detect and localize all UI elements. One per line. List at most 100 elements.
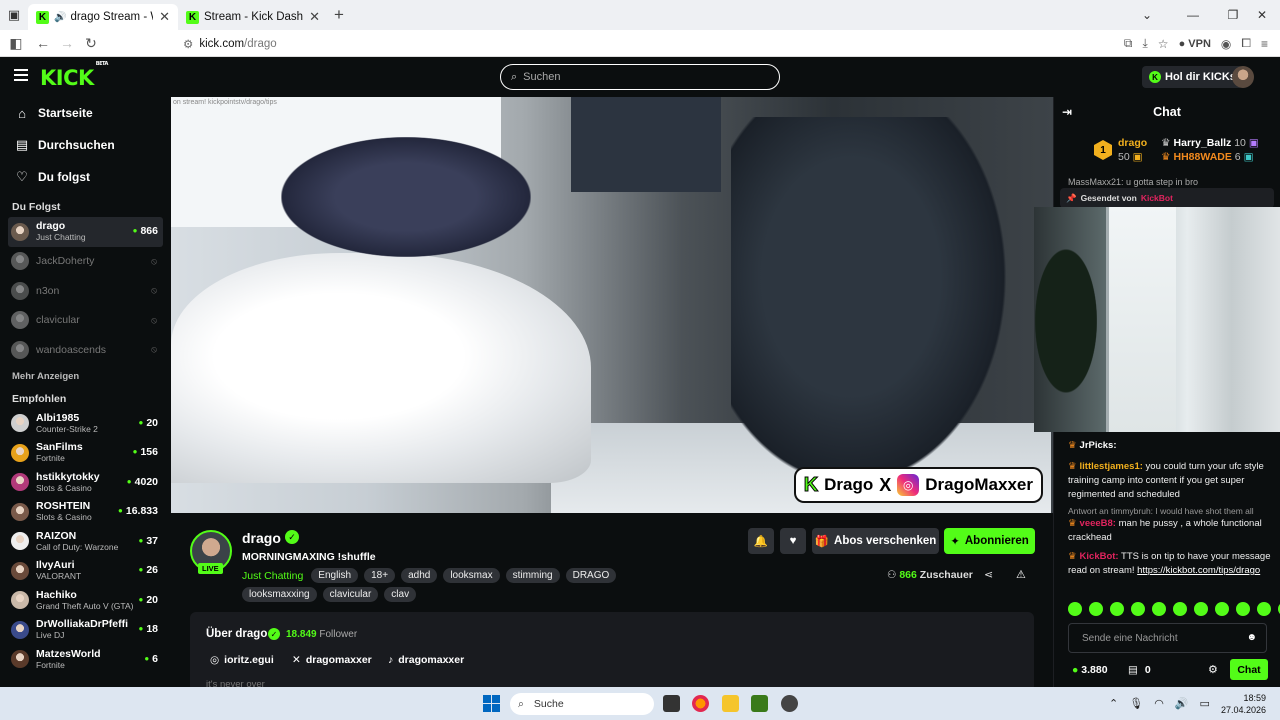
stream-category-link[interactable]: Just Chatting: [242, 570, 303, 582]
sidebar-channel-roshtein[interactable]: ROSHTEINSlots & Casino 16.833: [0, 497, 171, 527]
chat-leaderboard[interactable]: 1 drago 50 ▣ ♛ Harry_Ballz 10 ▣ ♛ HH88WA…: [1054, 127, 1280, 173]
extensions-icon[interactable]: ⧠: [1241, 36, 1251, 51]
emote-icon[interactable]: [1236, 602, 1250, 616]
close-tab-icon[interactable]: ✕: [309, 9, 320, 25]
get-kicks-button[interactable]: K Hol dir KICKs: [1142, 66, 1243, 88]
reload-icon[interactable]: ↻: [79, 35, 103, 52]
sidebar-channel-wandoascends[interactable]: wandoascends ⦸: [0, 335, 171, 365]
bookmark-star-icon[interactable]: ☆: [1158, 37, 1169, 51]
sidebar-channel-jackdoherty[interactable]: JackDoherty ⦸: [0, 247, 171, 277]
sidebar-channel-n3on[interactable]: n3on ⦸: [0, 276, 171, 306]
screenshot-icon[interactable]: ⧉: [1124, 36, 1133, 51]
emote-icon[interactable]: [1257, 602, 1271, 616]
speaker-icon[interactable]: 🔊: [54, 12, 66, 23]
new-tab-icon[interactable]: +: [334, 5, 344, 25]
sidebar-channel-albi1985[interactable]: Albi1985Counter-Strike 2 20: [0, 409, 171, 439]
report-warning-icon[interactable]: ⚠: [1016, 568, 1026, 581]
subscribe-button[interactable]: ✦ Abonnieren: [944, 528, 1035, 554]
file-explorer-icon[interactable]: [722, 695, 739, 712]
streamer-name[interactable]: drago: [242, 530, 281, 546]
hamburger-menu-icon[interactable]: [14, 69, 28, 81]
gear-icon[interactable]: ⚙: [1208, 663, 1218, 676]
emote-icon[interactable]: [1194, 602, 1208, 616]
stream-tag[interactable]: looksmax: [443, 568, 500, 583]
chat-username[interactable]: veeeB8:: [1080, 518, 1116, 529]
obs-icon[interactable]: [781, 695, 798, 712]
sidebar-channel-ilvyauri[interactable]: IlvyAuriVALORANT 26: [0, 556, 171, 586]
sidebar-channel-clavicular[interactable]: clavicular ⦸: [0, 306, 171, 336]
chat-message-input[interactable]: Sende eine Nachricht ☻: [1068, 623, 1267, 653]
stream-tag[interactable]: English: [311, 568, 359, 583]
download-icon[interactable]: ⤓: [1142, 36, 1147, 51]
sidebar-channel-sanfilms[interactable]: SanFilmsFortnite 156: [0, 438, 171, 468]
collapse-chat-icon[interactable]: ⇥: [1062, 105, 1072, 119]
chat-username[interactable]: KickBot:: [1080, 551, 1119, 562]
sidebar-channel-drago[interactable]: dragoJust Chatting 866: [8, 217, 163, 247]
x-link[interactable]: ✕ dragomaxxer: [292, 654, 372, 666]
wifi-icon[interactable]: ◠: [1154, 697, 1164, 710]
gift-count[interactable]: ▤ 0: [1128, 664, 1151, 676]
sidebar-channel-hachiko[interactable]: HachikoGrand Theft Auto V (GTA) 20: [0, 586, 171, 616]
menu-icon[interactable]: ≡: [1261, 37, 1268, 51]
gift-subs-button[interactable]: 🎁 Abos verschenken: [812, 528, 939, 554]
chat-message-link[interactable]: https://kickbot.com/tips/drago: [1137, 565, 1260, 576]
sidebar-toggle-icon[interactable]: ◧: [4, 35, 28, 52]
user-avatar[interactable]: [1232, 66, 1254, 88]
sidebar-nav-durchsuchen[interactable]: ▤ Durchsuchen: [0, 129, 171, 161]
tab-list-chevron-icon[interactable]: ⌄: [1127, 0, 1167, 30]
tiktok-link[interactable]: ♪ dragomaxxer: [388, 654, 464, 666]
sidebar-channel-hstikkytokky[interactable]: hstikkytokkySlots & Casino 4020: [0, 468, 171, 498]
show-more-link[interactable]: Mehr Anzeigen: [0, 365, 171, 389]
emote-icon[interactable]: [1152, 602, 1166, 616]
stream-tag[interactable]: clav: [384, 587, 417, 602]
sidebar-nav-du-folgst[interactable]: ♡ Du folgst: [0, 161, 171, 193]
stream-tag[interactable]: DRAGO: [565, 568, 617, 583]
sidebar-channel-matzesworld[interactable]: MatzesWorldFortnite 6: [0, 645, 171, 675]
clock[interactable]: 18:59 27.04.2026: [1221, 692, 1266, 716]
notifications-bell-button[interactable]: 🔔: [748, 528, 774, 554]
forward-icon[interactable]: →: [55, 35, 79, 51]
pinned-message-bar[interactable]: 📌 Gesendet von KickBot: [1060, 188, 1274, 208]
stream-tag[interactable]: 18+: [364, 568, 396, 583]
url-field[interactable]: ⚙ kick.com/drago: [175, 33, 1085, 54]
tab-kick-dashboard[interactable]: K Stream - Kick Dashboard ✕: [178, 4, 328, 30]
account-icon[interactable]: ◉: [1221, 37, 1231, 51]
share-icon[interactable]: ⋖: [984, 568, 993, 581]
sidebar-channel-raizon[interactable]: RAIZONCall of Duty: Warzone 37: [0, 527, 171, 557]
emote-icon[interactable]: [1089, 602, 1103, 616]
emote-icon[interactable]: [1131, 602, 1145, 616]
search-input[interactable]: ⌕ Suchen: [500, 64, 780, 90]
tab-overview-icon[interactable]: ▣: [0, 0, 28, 30]
stream-tag[interactable]: looksmaxxing: [242, 587, 317, 602]
chat-username[interactable]: JrPicks:: [1080, 440, 1117, 451]
chat-username[interactable]: littlestjames1:: [1080, 461, 1143, 472]
stream-tag[interactable]: stimming: [505, 568, 560, 583]
tray-chevron-up-icon[interactable]: ⌃: [1109, 697, 1118, 710]
sidebar-nav-startseite[interactable]: ⌂ Startseite: [0, 97, 171, 129]
video-player[interactable]: on stream! kickpointstv/drago/tips K Dra…: [171, 97, 1053, 513]
emoji-icon[interactable]: ☻: [1246, 632, 1257, 643]
vpn-button[interactable]: ● VPN: [1179, 38, 1211, 50]
taskbar-search[interactable]: ⌕ Suche: [510, 693, 654, 715]
sidebar-channel-drwolliakadrpfeffi[interactable]: DrWolliakaDrPfeffiLive DJ 18: [0, 615, 171, 645]
task-view-icon[interactable]: [663, 695, 680, 712]
minecraft-icon[interactable]: [751, 695, 768, 712]
channel-points[interactable]: ● 3.880: [1072, 664, 1108, 676]
firefox-icon[interactable]: [692, 695, 709, 712]
emote-icon[interactable]: [1110, 602, 1124, 616]
tab-drago-stream[interactable]: K 🔊 drago Stream - Watch Live ✕: [28, 4, 178, 30]
battery-icon[interactable]: ▭: [1200, 697, 1210, 710]
kick-logo[interactable]: KICKBETA: [40, 61, 108, 90]
follow-heart-button[interactable]: ♥: [780, 528, 806, 554]
emote-icon[interactable]: [1068, 602, 1082, 616]
instagram-link[interactable]: ◎ ioritz.egui: [210, 654, 274, 666]
volume-icon[interactable]: 🔊: [1175, 697, 1189, 710]
site-info-icon[interactable]: ⚙: [183, 37, 193, 51]
minimize-icon[interactable]: —: [1173, 0, 1213, 30]
send-chat-button[interactable]: Chat: [1230, 659, 1268, 680]
stream-tag[interactable]: clavicular: [322, 587, 379, 602]
windows-start-icon[interactable]: [483, 695, 500, 712]
close-tab-icon[interactable]: ✕: [159, 9, 170, 25]
emote-icon[interactable]: [1215, 602, 1229, 616]
stream-tag[interactable]: adhd: [401, 568, 438, 583]
